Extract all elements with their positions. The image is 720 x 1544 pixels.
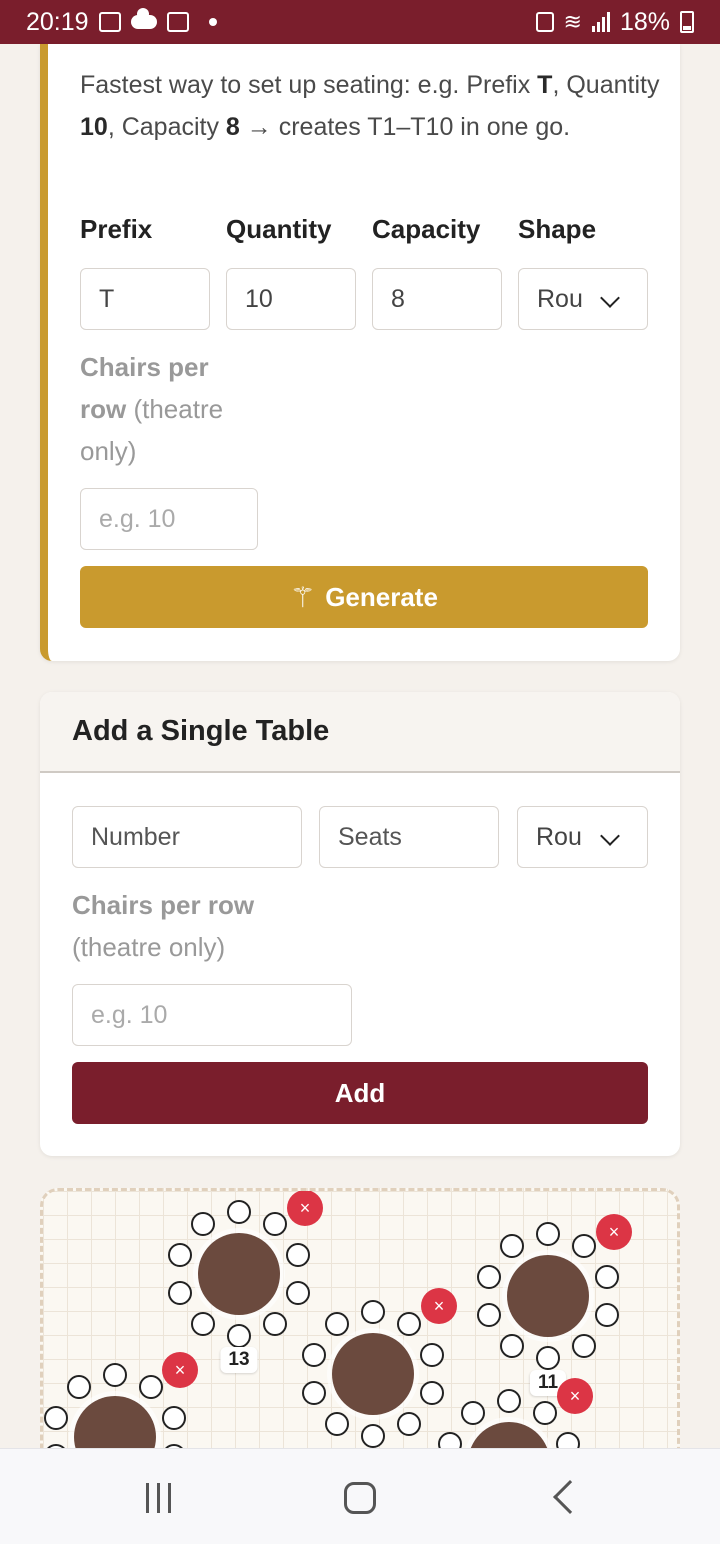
chair: [499, 1233, 524, 1258]
chair: [161, 1405, 186, 1430]
chair: [536, 1222, 560, 1246]
chair: [499, 1334, 524, 1359]
chair: [477, 1303, 502, 1328]
single-table-title: Add a Single Table: [40, 692, 680, 773]
chair: [302, 1342, 327, 1367]
prefix-input[interactable]: T: [80, 268, 210, 330]
chair: [594, 1264, 619, 1289]
table-number-input[interactable]: Number: [72, 806, 302, 868]
chair: [419, 1381, 444, 1406]
generate-label: Generate: [325, 581, 438, 612]
clock: 20:19: [26, 7, 89, 36]
recent-apps-icon[interactable]: [146, 1483, 171, 1513]
signal-icon: [591, 12, 610, 32]
seats-input[interactable]: Seats: [319, 806, 499, 868]
gallery-icon: [98, 12, 121, 32]
system-nav-bar: [0, 1448, 720, 1544]
chair: [397, 1311, 422, 1336]
single-chairs-per-row-input[interactable]: e.g. 10: [72, 984, 352, 1046]
home-icon[interactable]: [344, 1482, 376, 1514]
quantity-label: Quantity: [226, 214, 332, 244]
chair: [263, 1211, 288, 1236]
battery-percent: 18%: [619, 7, 670, 36]
bulk-help-text: Fastest way to set up seating: e.g. Pref…: [80, 71, 660, 141]
lock-icon: [535, 12, 554, 32]
chair: [168, 1281, 193, 1306]
chevron-down-icon: [600, 826, 620, 846]
table-top[interactable]: [198, 1233, 280, 1315]
chair: [533, 1400, 558, 1425]
chair: [302, 1381, 327, 1406]
delete-table-button[interactable]: ×: [287, 1191, 323, 1226]
quantity-input[interactable]: 10: [226, 268, 356, 330]
battery-icon: [680, 11, 694, 33]
delete-table-button[interactable]: ×: [596, 1214, 632, 1250]
delete-table-button[interactable]: ×: [557, 1378, 593, 1414]
magic-wand-icon: ⚚: [290, 581, 316, 613]
single-table-card: Add a Single Table Number Seats Rou Chai…: [40, 692, 680, 1156]
chair: [594, 1303, 619, 1328]
chair: [397, 1412, 422, 1437]
chair: [572, 1233, 597, 1258]
shape-label: Shape: [518, 214, 597, 244]
table-top[interactable]: [332, 1333, 414, 1415]
add-table-button[interactable]: Add: [72, 1062, 648, 1124]
chair: [227, 1324, 251, 1348]
single-shape-select[interactable]: Rou: [517, 806, 648, 868]
back-icon[interactable]: [553, 1480, 587, 1514]
chair: [361, 1424, 385, 1448]
delete-table-button[interactable]: ×: [162, 1352, 198, 1388]
capacity-label: Capacity: [372, 214, 481, 244]
chair: [139, 1374, 164, 1399]
floor-plan[interactable]: × 13 × × 11 × ×: [40, 1188, 680, 1488]
delete-table-button[interactable]: ×: [421, 1288, 457, 1324]
chair: [190, 1312, 215, 1337]
shape-select[interactable]: Rou: [518, 268, 648, 330]
chair: [168, 1242, 193, 1267]
cloud-icon: [130, 8, 157, 29]
chair: [44, 1405, 69, 1430]
chair: [103, 1363, 127, 1387]
chevron-down-icon: [600, 288, 620, 308]
calendar-icon: [166, 12, 189, 32]
chair: [324, 1311, 349, 1336]
chair: [460, 1400, 485, 1425]
status-right: ≋ 18%: [535, 7, 694, 37]
chair: [572, 1334, 597, 1359]
chairs-per-row-label: Chairs per row (theatre only): [80, 352, 224, 466]
chair: [285, 1281, 310, 1306]
bulk-generate-card: Fastest way to set up seating: e.g. Pref…: [40, 44, 680, 661]
chair: [190, 1211, 215, 1236]
chair: [361, 1300, 385, 1324]
chair: [497, 1389, 521, 1413]
chair: [66, 1374, 91, 1399]
notification-dot-icon: [208, 18, 217, 26]
chair: [477, 1264, 502, 1289]
single-chairs-per-row-label: Chairs per row (theatre only): [72, 890, 255, 962]
status-bar: 20:19 ≋ 18%: [0, 0, 720, 44]
chair: [227, 1200, 251, 1224]
status-left: 20:19: [26, 8, 217, 37]
chair: [536, 1346, 560, 1370]
table-number-label: 13: [220, 1347, 258, 1373]
chair: [285, 1242, 310, 1267]
chair: [419, 1342, 444, 1367]
prefix-label: Prefix: [80, 214, 153, 244]
wifi-icon: ≋: [563, 9, 582, 34]
table-top[interactable]: [507, 1255, 589, 1337]
generate-button[interactable]: ⚚ Generate: [80, 566, 648, 628]
chairs-per-row-input[interactable]: e.g. 10: [80, 488, 258, 550]
chair: [263, 1312, 288, 1337]
chair: [324, 1412, 349, 1437]
capacity-input[interactable]: 8: [372, 268, 502, 330]
